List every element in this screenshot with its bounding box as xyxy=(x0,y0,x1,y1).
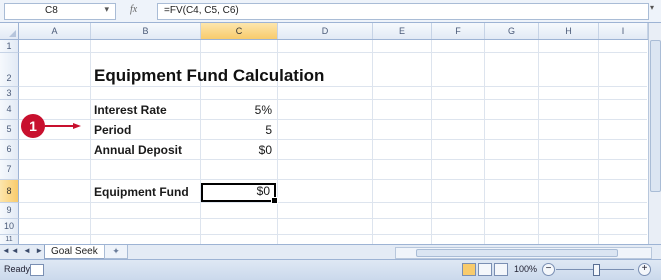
column-header-h[interactable]: H xyxy=(539,23,599,39)
vertical-scroll-thumb[interactable] xyxy=(650,40,661,192)
annual-deposit-label: Annual Deposit xyxy=(94,143,183,157)
row-header-10[interactable]: 10 xyxy=(0,219,19,235)
column-header-c[interactable]: C xyxy=(201,23,278,39)
period-label: Period xyxy=(94,123,132,137)
status-bar: Ready 100% − + xyxy=(0,259,661,280)
column-header-i[interactable]: I xyxy=(599,23,648,39)
row-header-1[interactable]: 1 xyxy=(0,40,19,53)
row-header-4[interactable]: 4 xyxy=(0,100,19,120)
sheet-tab-bar: ◄◄ ◄ ► ►► Goal Seek ✦ xyxy=(0,244,661,259)
formula-bar: C8 ▾ fx =FV(C4, C5, C6) ▾ xyxy=(0,0,661,23)
equipment-fund-value[interactable]: $0 xyxy=(206,184,270,198)
page-break-view-icon[interactable] xyxy=(494,263,508,276)
zoom-out-icon[interactable]: − xyxy=(542,263,555,276)
macro-record-icon[interactable] xyxy=(30,264,44,276)
normal-view-icon[interactable] xyxy=(462,263,476,276)
chevron-down-icon[interactable]: ▾ xyxy=(104,4,109,15)
equipment-fund-label: Equipment Fund xyxy=(94,185,189,199)
period-value[interactable]: 5 xyxy=(208,123,272,137)
name-box-value: C8 xyxy=(45,5,58,16)
name-box[interactable]: C8 ▾ xyxy=(4,3,116,20)
column-header-f[interactable]: F xyxy=(432,23,485,39)
row-header-8[interactable]: 8 xyxy=(0,180,19,203)
row-header-3[interactable]: 3 xyxy=(0,87,19,100)
sheet-title: Equipment Fund Calculation xyxy=(94,66,325,85)
sheet-tab-goal-seek[interactable]: Goal Seek xyxy=(44,245,105,259)
column-header-d[interactable]: D xyxy=(278,23,373,39)
zoom-in-icon[interactable]: + xyxy=(638,263,651,276)
formula-input[interactable]: =FV(C4, C5, C6) xyxy=(157,3,649,20)
column-headers: A B C D E F G H I xyxy=(0,23,661,40)
row-header-9[interactable]: 9 xyxy=(0,203,19,219)
row-header-6[interactable]: 6 xyxy=(0,140,19,160)
column-header-g[interactable]: G xyxy=(485,23,539,39)
status-ready: Ready xyxy=(4,264,31,274)
insert-sheet-icon[interactable]: ✦ xyxy=(104,245,128,259)
select-all-button[interactable] xyxy=(0,23,19,39)
horizontal-scrollbar[interactable] xyxy=(395,247,652,259)
interest-rate-value[interactable]: 5% xyxy=(208,103,272,117)
annual-deposit-value[interactable]: $0 xyxy=(208,143,272,157)
formula-text: =FV(C4, C5, C6) xyxy=(164,5,239,16)
insert-function-icon[interactable]: fx xyxy=(130,4,137,15)
step-callout-badge: 1 xyxy=(21,114,45,138)
zoom-slider-handle[interactable] xyxy=(593,264,600,276)
row-header-2[interactable]: 2 xyxy=(0,53,19,87)
column-header-a[interactable]: A xyxy=(19,23,91,39)
horizontal-scroll-thumb[interactable] xyxy=(416,249,618,257)
page-layout-view-icon[interactable] xyxy=(478,263,492,276)
zoom-level[interactable]: 100% xyxy=(514,264,537,274)
column-header-e[interactable]: E xyxy=(373,23,432,39)
callout-arrow-icon xyxy=(45,123,81,129)
row-header-5[interactable]: 5 xyxy=(0,120,19,140)
column-header-b[interactable]: B xyxy=(91,23,201,39)
interest-rate-label: Interest Rate xyxy=(94,103,167,117)
row-header-7[interactable]: 7 xyxy=(0,160,19,180)
expand-formula-bar-icon[interactable]: ▾ xyxy=(650,3,654,12)
